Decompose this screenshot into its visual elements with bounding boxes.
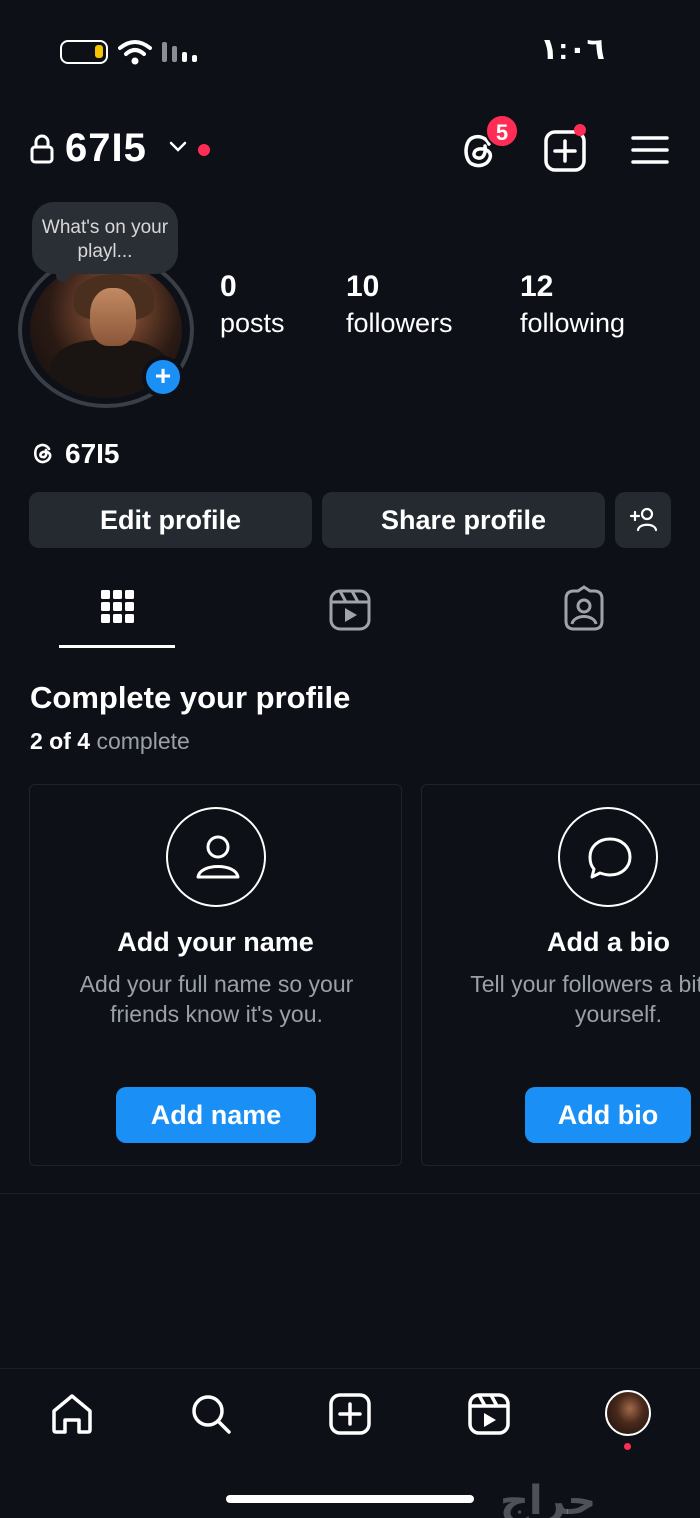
edit-profile-button[interactable]: Edit profile <box>29 492 312 548</box>
account-notification-dot <box>198 144 210 156</box>
home-icon[interactable] <box>50 1392 94 1436</box>
followers-label: followers <box>346 308 453 338</box>
posts-count[interactable]: 0 posts <box>220 270 285 339</box>
section-divider <box>0 1193 700 1194</box>
profile-header: 67I5 5 <box>0 114 700 180</box>
tab-reels[interactable] <box>300 580 400 640</box>
status-bar: ١:٠٦ <box>0 0 700 100</box>
profile-notification-dot <box>624 1443 631 1450</box>
profile-nav-avatar[interactable] <box>605 1390 651 1436</box>
threads-small-icon <box>33 443 52 464</box>
followers-value: 10 <box>346 270 380 303</box>
add-name-button[interactable]: Add name <box>116 1087 316 1143</box>
home-indicator[interactable] <box>226 1495 474 1503</box>
card-title: Add a bio <box>547 927 670 957</box>
tab-tagged[interactable] <box>534 580 634 640</box>
add-bio-card: Add a bio Tell your followers a bit abou… <box>421 784 700 1166</box>
add-story-icon[interactable]: + <box>142 356 184 398</box>
active-tab-indicator <box>59 645 175 648</box>
watermark-logo: حراج <box>500 1478 597 1518</box>
chevron-down-icon[interactable] <box>168 140 188 154</box>
nav-divider <box>0 1368 700 1369</box>
posts-label: posts <box>220 308 285 338</box>
complete-profile-progress: 2 of 4 complete <box>30 728 190 755</box>
search-icon[interactable] <box>189 1392 233 1436</box>
threads-handle-text: 67I5 <box>65 438 120 469</box>
following-value: 12 <box>520 270 554 303</box>
complete-profile-title: Complete your profile <box>30 680 351 715</box>
account-username[interactable]: 67I5 <box>65 126 147 171</box>
cellular-signal-icon <box>162 42 197 62</box>
new-post-notification-dot <box>574 124 586 136</box>
card-description: Tell your followers a bit about yourself… <box>470 971 700 1027</box>
person-icon <box>166 807 266 907</box>
following-label: following <box>520 308 626 338</box>
battery-icon <box>60 40 108 64</box>
status-time: ١:٠٦ <box>540 33 605 66</box>
wifi-icon <box>118 40 152 65</box>
lock-icon <box>30 134 54 164</box>
reels-nav-icon[interactable] <box>467 1392 511 1436</box>
add-person-icon <box>629 507 658 532</box>
discover-people-button[interactable] <box>615 492 671 548</box>
create-post-icon[interactable] <box>328 1392 372 1436</box>
tab-grid[interactable] <box>67 580 167 640</box>
card-title: Add your name <box>117 927 314 957</box>
followers-count[interactable]: 10 followers <box>346 270 453 339</box>
posts-value: 0 <box>220 270 237 303</box>
progress-count: 2 of 4 <box>30 728 91 754</box>
following-count[interactable]: 12 following <box>520 270 625 339</box>
progress-suffix: complete <box>96 728 190 754</box>
threads-notification-badge: 5 <box>485 114 519 148</box>
add-name-card: Add your name Add your full name so your… <box>29 784 402 1166</box>
note-bubble[interactable]: What's on your playl... <box>32 202 178 282</box>
tagged-person-icon <box>564 585 604 631</box>
share-profile-button[interactable]: Share profile <box>322 492 605 548</box>
card-description: Add your full name so your friends know … <box>79 971 354 1027</box>
add-bio-button[interactable]: Add bio <box>525 1087 691 1143</box>
speech-bubble-icon <box>558 807 658 907</box>
menu-icon[interactable] <box>630 130 670 170</box>
grid-icon <box>101 590 134 623</box>
reels-icon <box>329 589 371 631</box>
